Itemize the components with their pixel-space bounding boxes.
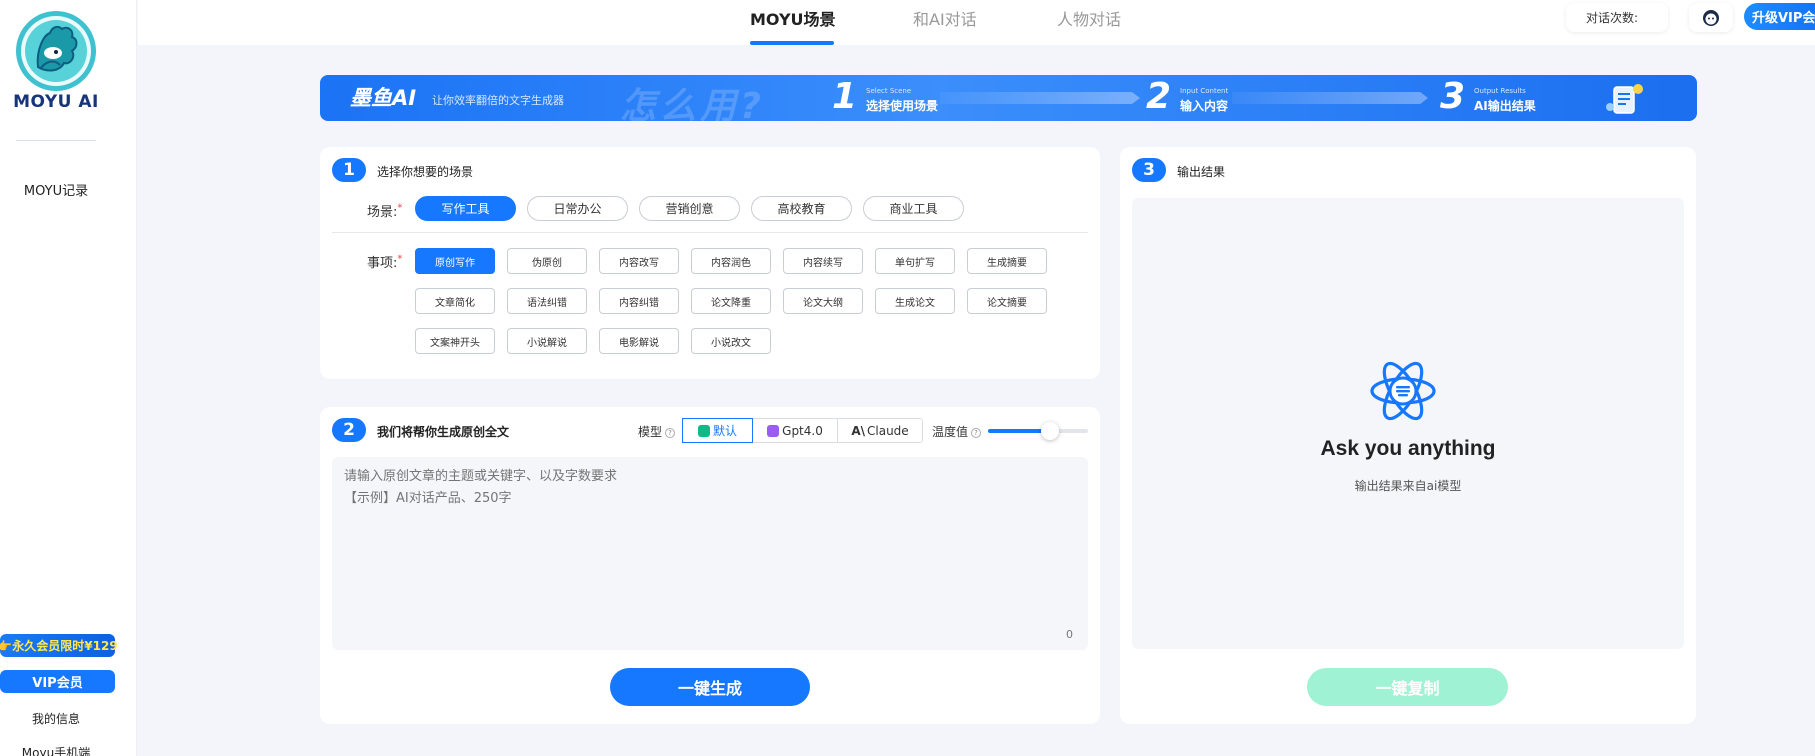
tab-character-chat[interactable]: 人物对话 [1057,6,1121,44]
step-cn-label: AI输出结果 [1474,99,1536,113]
output-subtext: 输出结果来自ai模型 [1354,479,1462,493]
upgrade-vip-button[interactable]: 升级VIP会员 [1744,3,1815,30]
step-3-badge: 3 [1132,158,1166,182]
model-label-text: 模型 [638,425,663,439]
item-novel-rewrite[interactable]: 小说改文 [691,328,771,354]
char-count: 0 [1066,628,1073,641]
output-heading: Ask you anything [1320,437,1496,460]
scene-label-text: 场景: [367,205,398,220]
step-en-label: Input Content [1180,87,1229,95]
step-1-badge: 1 [332,158,366,182]
sidebar-divider [16,140,96,141]
item-summary[interactable]: 生成摘要 [967,248,1047,274]
item-paper-outline[interactable]: 论文大纲 [783,288,863,314]
item-continue[interactable]: 内容续写 [783,248,863,274]
user-avatar-icon [1703,9,1719,26]
logo-text: MOYU AI [13,92,99,112]
model-option-default[interactable]: 默认 [682,418,753,443]
item-content-fix[interactable]: 内容纠错 [599,288,679,314]
scene-divider [332,232,1088,233]
sidebar-item-moyu-record[interactable]: MOYU记录 [0,180,112,199]
model-option-gpt4[interactable]: Gpt4.0 [753,419,838,442]
sidebar-item-my-info[interactable]: 我的信息 [0,710,112,727]
item-label-text: 事项: [367,256,398,271]
model-option-label: 默认 [712,424,737,438]
output-card-title: 输出结果 [1177,165,1226,179]
default-model-icon [697,424,710,437]
item-novel-explain[interactable]: 小说解说 [507,328,587,354]
banner-ghost-text: 怎么用? [620,86,765,121]
step-number: 3 [1440,76,1466,117]
model-option-claude[interactable]: A\ Claude [838,419,922,442]
sidebar: MOYU AI MOYU记录 👉永久会员限时¥129 VIP会员 我的信息 Mo… [0,0,137,756]
chat-count-label: 对话次数: [1586,11,1639,25]
tab-ai-chat[interactable]: 和AI对话 [913,6,977,44]
input-card-title: 我们将帮你生成原创全文 [377,425,510,439]
item-grammar-fix[interactable]: 语法纠错 [507,288,587,314]
step-en-label: Output Results [1474,87,1526,95]
prompt-input[interactable] [332,457,1088,650]
model-option-label: Gpt4.0 [782,423,823,438]
step-number: 2 [1146,76,1172,117]
scene-marketing[interactable]: 营销创意 [639,196,740,221]
copy-button[interactable]: 一键复制 [1307,668,1508,706]
how-to-use-banner: 墨鱼AI 让你效率翻倍的文字生成器 怎么用? 1 Select Scene 选择… [320,75,1697,121]
item-movie-explain[interactable]: 电影解说 [599,328,679,354]
scene-business[interactable]: 商业工具 [863,196,964,221]
tab-moyu-scenes[interactable]: MOYU场景 [750,6,836,44]
generate-button[interactable]: 一键生成 [610,668,810,706]
banner-slogan: 让你效率翻倍的文字生成器 [432,94,564,107]
scene-daily-office[interactable]: 日常办公 [527,196,628,221]
scene-label: 场景:* [367,201,402,220]
user-avatar-button[interactable] [1689,3,1733,32]
chat-count: 对话次数: [1566,3,1668,32]
scene-writing-tools[interactable]: 写作工具 [415,196,516,221]
step-arrow [940,92,1140,104]
robot-document-icon [1606,84,1643,114]
temperature-label-text: 温度值 [932,425,969,439]
item-paper-dedupe[interactable]: 论文降重 [691,288,771,314]
scene-card-title: 选择你想要的场景 [377,165,474,179]
item-paper-abstract[interactable]: 论文摘要 [967,288,1047,314]
claude-icon: A\ [851,423,865,438]
scene-education[interactable]: 高校教育 [751,196,852,221]
atom-ai-icon [1370,361,1436,421]
step-cn-label: 选择使用场景 [866,99,939,113]
active-tab-indicator [750,41,834,45]
temperature-slider-thumb[interactable] [1041,422,1059,440]
step-arrow [1232,92,1428,104]
sidebar-item-mobile[interactable]: Moyu手机端 [0,744,112,756]
vip-member-button[interactable]: VIP会员 [0,670,115,693]
help-icon[interactable]: ? [665,428,676,438]
moyu-logo[interactable] [14,9,98,93]
step-2-badge: 2 [332,418,366,442]
temperature-slider[interactable] [988,422,1088,440]
item-simplify[interactable]: 文章简化 [415,288,495,314]
required-mark: * [397,253,403,265]
step-number: 1 [832,76,858,117]
model-selector: 默认 Gpt4.0 A\ Claude [682,418,923,443]
temperature-label: 温度值? [932,423,982,440]
item-original-writing[interactable]: 原创写作 [415,248,495,274]
lifetime-vip-promo-button[interactable]: 👉永久会员限时¥129 [0,634,118,657]
step-cn-label: 输入内容 [1180,99,1229,113]
required-mark: * [397,202,403,214]
item-label: 事项:* [367,252,402,271]
model-option-label: Claude [867,423,909,438]
step-en-label: Select Scene [866,87,912,95]
gpt4-icon [767,424,780,437]
item-generate-paper[interactable]: 生成论文 [875,288,955,314]
help-icon[interactable]: ? [971,428,982,438]
item-copy-opening[interactable]: 文案神开头 [415,328,495,354]
model-label: 模型? [638,423,676,440]
banner-brand: 墨鱼AI [350,86,417,110]
item-rewrite[interactable]: 内容改写 [599,248,679,274]
item-polish[interactable]: 内容润色 [691,248,771,274]
item-expand-sentence[interactable]: 单句扩写 [875,248,955,274]
item-pseudo-original[interactable]: 伪原创 [507,248,587,274]
